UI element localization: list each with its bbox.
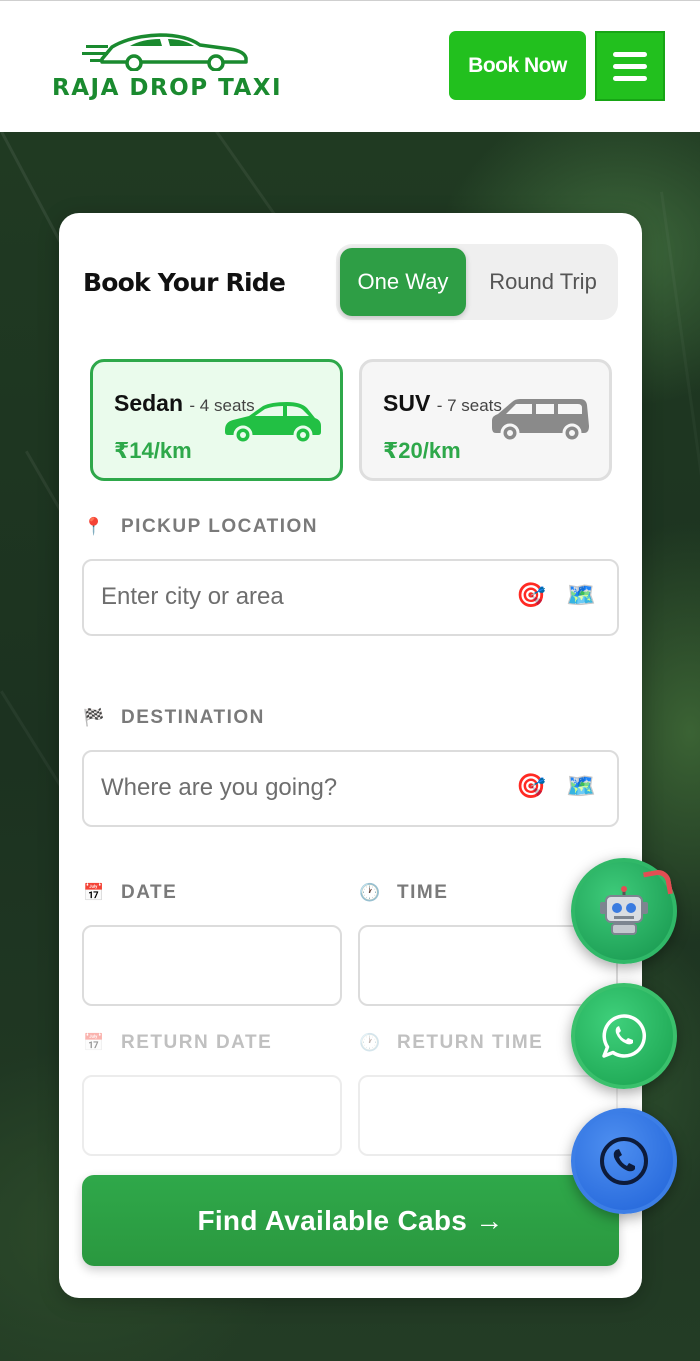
pin-icon: 📍: [83, 517, 105, 536]
calendar-icon: 📅: [83, 883, 105, 902]
vehicle-option-sedan[interactable]: Sedan - 4 seats ₹14/km: [90, 359, 343, 481]
booking-card: Book Your Ride One Way Round Trip Sedan …: [59, 213, 642, 1298]
map-icon[interactable]: 🗺️: [566, 772, 596, 801]
pickup-label: 📍 PICKUP LOCATION: [83, 516, 318, 538]
hamburger-menu-button[interactable]: [595, 31, 665, 101]
vehicle-name: SUV - 7 seats: [383, 390, 502, 417]
book-now-button[interactable]: Book Now: [449, 31, 586, 100]
menu-line: [613, 63, 647, 69]
booking-title: Book Your Ride: [83, 268, 286, 297]
destination-input[interactable]: Where are you going? 🎯 🗺️: [82, 750, 619, 827]
pickup-label-text: PICKUP LOCATION: [121, 516, 319, 537]
round-trip-option[interactable]: Round Trip: [474, 248, 612, 316]
pickup-input[interactable]: Enter city or area 🎯 🗺️: [82, 559, 619, 636]
date-input[interactable]: [82, 925, 342, 1006]
menu-line: [613, 51, 647, 57]
return-date-label: 📅 RETURN DATE: [83, 1032, 272, 1054]
brand-name: RAJA DROP TAXI: [52, 75, 283, 101]
car-logo-icon: [82, 33, 248, 71]
destination-placeholder: Where are you going?: [101, 774, 338, 801]
chatbot-button[interactable]: [571, 858, 677, 964]
pickup-placeholder: Enter city or area: [101, 583, 284, 610]
suv-van-icon: [492, 399, 589, 442]
robot-icon: [600, 886, 648, 935]
menu-line: [613, 75, 647, 81]
return-date-input[interactable]: [82, 1075, 342, 1156]
vehicle-name-text: Sedan: [114, 390, 184, 416]
phone-icon: [600, 1137, 648, 1185]
date-label: 📅 DATE: [83, 882, 177, 904]
sedan-car-icon: [225, 402, 321, 444]
vehicle-price: ₹14/km: [114, 438, 192, 463]
date-label-text: DATE: [121, 882, 178, 903]
brand-logo[interactable]: RAJA DROP TAXI: [50, 27, 295, 107]
call-button[interactable]: [571, 1108, 677, 1214]
destination-label-text: DESTINATION: [121, 707, 265, 728]
one-way-option[interactable]: One Way: [340, 248, 466, 316]
checkered-flag-icon: 🏁: [83, 708, 105, 727]
return-date-label-text: RETURN DATE: [121, 1032, 273, 1053]
target-locate-icon[interactable]: 🎯: [516, 772, 546, 801]
vehicle-price: ₹20/km: [383, 438, 461, 463]
vehicle-name-text: SUV: [383, 390, 431, 416]
target-locate-icon[interactable]: 🎯: [516, 581, 546, 610]
whatsapp-button[interactable]: [571, 983, 677, 1089]
time-label-text: TIME: [397, 882, 449, 903]
return-time-label-text: RETURN TIME: [397, 1032, 544, 1053]
whatsapp-icon: [602, 1014, 647, 1058]
clock-icon: 🕐: [359, 1033, 381, 1052]
calendar-icon: 📅: [83, 1033, 105, 1052]
vehicle-option-suv[interactable]: SUV - 7 seats ₹20/km: [359, 359, 612, 481]
trip-type-toggle: One Way Round Trip: [336, 244, 618, 320]
time-label: 🕐 TIME: [359, 882, 448, 904]
find-cabs-button[interactable]: Find Available Cabs →: [82, 1175, 619, 1266]
destination-label: 🏁 DESTINATION: [83, 707, 265, 729]
site-header: RAJA DROP TAXI Book Now: [0, 0, 700, 132]
clock-icon: 🕐: [359, 883, 381, 902]
return-time-label: 🕐 RETURN TIME: [359, 1032, 543, 1054]
map-icon[interactable]: 🗺️: [566, 581, 596, 610]
